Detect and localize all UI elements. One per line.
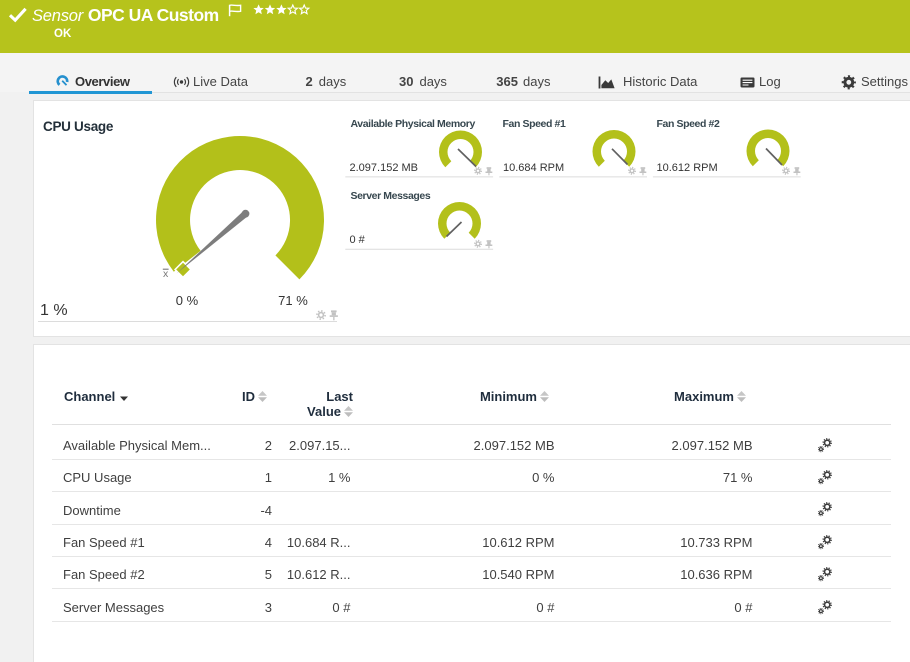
svg-text:71 %: 71 %: [278, 293, 308, 308]
svg-text:x: x: [163, 268, 169, 280]
svg-text:0 %: 0 %: [176, 293, 199, 308]
